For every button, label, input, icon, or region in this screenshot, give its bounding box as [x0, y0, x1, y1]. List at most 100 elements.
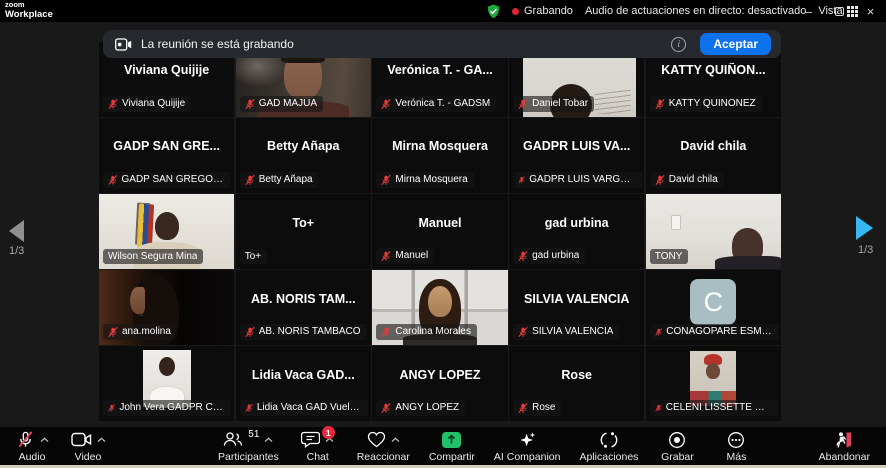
previous-page-arrow[interactable] [9, 220, 24, 242]
participant-tile[interactable]: Wilson Segura Mina [99, 194, 234, 269]
participant-tile[interactable]: Mirna Mosquera Mirna Mosquera [372, 118, 507, 193]
participant-tile[interactable]: Betty Añapa Betty Añapa [236, 118, 371, 193]
participants-icon [223, 431, 243, 448]
participant-nametag: Daniel Tobar [513, 96, 594, 112]
participant-name-label: GAD MAJUA [259, 98, 317, 109]
leave-door-icon [834, 431, 854, 449]
participant-tile[interactable]: Carolina Morales [372, 270, 507, 345]
participant-tile[interactable]: AB. NORIS TAM... AB. NORIS TAMBACO [236, 270, 371, 345]
next-page-arrow[interactable] [856, 216, 873, 240]
participant-nametag: Wilson Segura Mina [103, 249, 203, 264]
participant-grid: Viviana Quijije Viviana Quijije [99, 42, 781, 421]
participant-nametag: GADPR LUIS VARGAS TORRES [513, 172, 641, 188]
participant-name-label: gad urbina [532, 250, 579, 261]
mic-muted-icon [518, 174, 525, 186]
chat-unread-badge: 1 [322, 426, 335, 439]
participant-name-label: TONY [655, 251, 683, 262]
participant-tile[interactable]: Rose Rose [509, 346, 644, 421]
participant-display-name: SILVIA VALENCIA [509, 292, 644, 306]
participant-name-label: CELENI LISSETTE QUINTERO ... [666, 402, 772, 413]
heart-icon [367, 431, 386, 448]
participant-tile[interactable]: ANGY LOPEZ ANGY LOPEZ [372, 346, 507, 421]
participant-name-label: ana.molina [122, 326, 171, 337]
participant-tile[interactable]: David chila David chila [646, 118, 781, 193]
participants-label: Participantes [218, 451, 279, 463]
video-options-caret[interactable] [97, 437, 106, 443]
react-options-caret[interactable] [391, 437, 400, 443]
more-button[interactable]: Más [716, 430, 756, 463]
apps-label: Aplicaciones [579, 451, 638, 463]
restore-button[interactable] [824, 0, 855, 22]
participant-nametag: Betty Añapa [240, 172, 319, 188]
meeting-toolbar: Audio Video [0, 427, 886, 465]
recording-indicator: Grabando [512, 5, 573, 17]
mic-muted-icon [518, 250, 528, 262]
ai-companion-button[interactable]: AI Companion [494, 430, 561, 463]
participant-tile[interactable]: John Vera GADPR Carlos Con... [99, 346, 234, 421]
toolbar-right-group: Abandonar [819, 430, 886, 463]
toolbar-left-group: Audio Video [0, 430, 218, 463]
info-icon[interactable]: i [671, 37, 686, 52]
logo-workplace-text: Workplace [5, 10, 53, 20]
participant-tile[interactable]: GADPR LUIS VA... GADPR LUIS VARGAS TORRE… [509, 118, 644, 193]
page-indicator-right: 1/3 [858, 244, 873, 256]
participant-nametag: ana.molina [103, 324, 177, 340]
participant-tile[interactable]: GADP SAN GRE... GADP SAN GREGORIO [99, 118, 234, 193]
participant-nametag: Rose [513, 400, 561, 416]
mic-muted-icon [381, 326, 391, 338]
mic-muted-icon [108, 98, 118, 110]
participant-nametag: Carolina Morales [376, 324, 477, 340]
participant-tile[interactable]: C CONAGOPARE ESMERALDAS [646, 270, 781, 345]
apps-button[interactable]: Aplicaciones [579, 430, 638, 463]
participant-nametag: Mirna Mosquera [376, 172, 473, 188]
participants-options-caret[interactable] [264, 437, 273, 443]
participant-name-label: CONAGOPARE ESMERALDAS [666, 326, 772, 337]
record-button[interactable]: Grabar [657, 430, 697, 463]
video-button[interactable]: Video [68, 430, 108, 463]
participants-button[interactable]: 51 Participantes [218, 430, 279, 463]
minimize-button[interactable]: – [793, 0, 824, 22]
share-label: Compartir [429, 451, 475, 463]
accept-button[interactable]: Aceptar [700, 33, 771, 55]
participant-tile[interactable]: TONY [646, 194, 781, 269]
participant-display-name: Manuel [372, 216, 507, 230]
audio-options-caret[interactable] [40, 437, 49, 443]
participant-tile[interactable]: CELENI LISSETTE QUINTERO ... [646, 346, 781, 421]
participant-tile[interactable]: gad urbina gad urbina [509, 194, 644, 269]
participant-tile[interactable]: SILVIA VALENCIA SILVIA VALENCIA [509, 270, 644, 345]
participant-name-label: John Vera GADPR Carlos Con... [119, 402, 225, 413]
chat-label: Chat [307, 451, 329, 463]
zoom-workplace-logo: zoom Workplace [5, 1, 53, 19]
participant-nametag: Verónica T. - GADSM [376, 96, 496, 112]
participant-display-name: Mirna Mosquera [372, 139, 507, 153]
participant-name-label: To+ [245, 251, 261, 262]
close-button[interactable]: × [855, 0, 886, 22]
mic-muted-icon [518, 98, 528, 110]
participant-nametag: TONY [650, 249, 689, 264]
participant-tile[interactable]: Manuel Manuel [372, 194, 507, 269]
logo-zoom-text: zoom [5, 1, 53, 9]
recording-banner: La reunión se está grabando i Aceptar [103, 30, 781, 58]
participant-nametag: Viviana Quijije [103, 96, 191, 112]
participant-display-name: GADP SAN GRE... [99, 139, 234, 153]
participant-nametag: CELENI LISSETTE QUINTERO ... [650, 400, 778, 416]
participant-nametag: KATTY QUIÑONEZ [650, 96, 762, 112]
leave-label: Abandonar [819, 451, 870, 463]
participants-count: 51 [248, 429, 259, 440]
window-controls: – × [793, 0, 886, 22]
recording-label: Grabando [524, 5, 573, 17]
participant-nametag: John Vera GADPR Carlos Con... [103, 400, 231, 416]
participant-tile[interactable]: ana.molina [99, 270, 234, 345]
audio-button[interactable]: Audio [12, 430, 52, 463]
mic-muted-icon [16, 430, 35, 449]
mic-muted-icon [518, 326, 528, 338]
video-label: Video [75, 451, 102, 463]
chat-button[interactable]: 1 Chat [298, 430, 338, 463]
react-button[interactable]: Reaccionar [357, 430, 410, 463]
participant-tile[interactable]: Lidia Vaca GAD... Lidia Vaca GAD Vuelta … [236, 346, 371, 421]
participant-tile[interactable]: To+ To+ [236, 194, 371, 269]
share-button[interactable]: Compartir [429, 430, 475, 463]
security-shield-icon[interactable] [487, 4, 500, 19]
participant-display-name: AB. NORIS TAM... [236, 292, 371, 306]
leave-meeting-button[interactable]: Abandonar [819, 430, 870, 463]
